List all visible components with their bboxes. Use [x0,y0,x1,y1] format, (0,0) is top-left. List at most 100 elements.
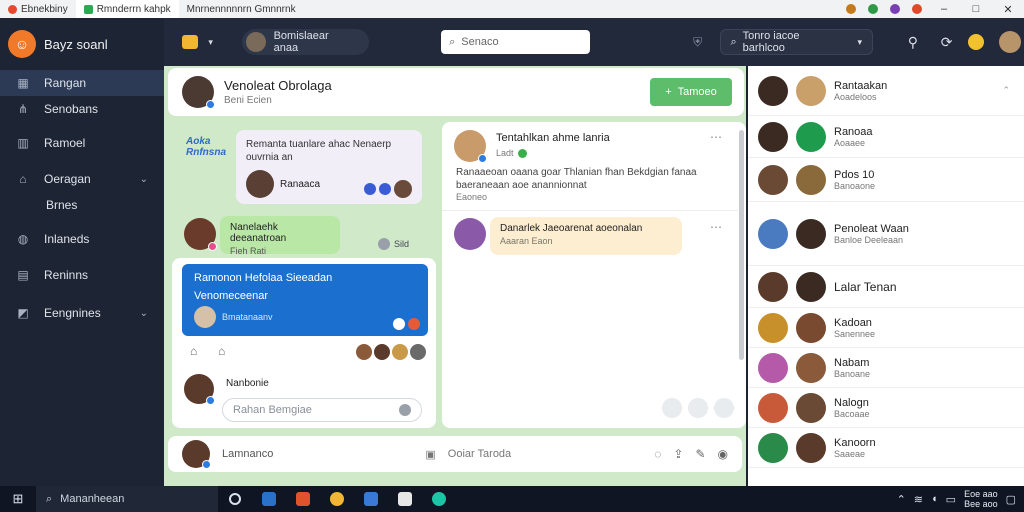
titlebar-tab-1[interactable]: Ebnekbiny [0,0,76,18]
share-icon[interactable]: ⇪ [673,447,683,461]
sidebar-item-4[interactable]: ⌂ Oeragan ⌄ [0,166,164,192]
titlebar-tab-2[interactable]: Rmnderrn kahpk [75,0,179,18]
coin-icon[interactable] [963,28,991,56]
network-icon: ⋔ [17,102,29,116]
notifications-icon[interactable]: ▢ [1006,493,1016,506]
task-view-icon[interactable] [218,486,252,512]
clock[interactable]: Eoe aao Bee aoo [964,489,998,509]
emoji-icon[interactable] [662,398,682,418]
list-item[interactable]: Lalar Tenan [748,266,1024,308]
filter-pill[interactable]: ⌕ Tonro iacoe barhlcoo ▾ [719,29,874,55]
titlebar-tab-3[interactable]: Mnrnennnnnrn Gmnnrnk [179,0,304,18]
taskbar-app[interactable] [422,486,456,512]
start-button[interactable]: ⊞ [0,486,36,512]
list-item[interactable]: Penoleat Waan Banloe Deeleaan [748,202,1024,266]
primary-button[interactable]: + Tamoeo [650,78,732,106]
extension-icon[interactable] [890,4,900,14]
avatar[interactable] [184,218,217,251]
battery-icon[interactable]: ▭ [946,493,956,506]
post-card[interactable]: Remanta tuanlare ahac Nenaerp ouvrnia an… [236,130,422,204]
reply-bubble[interactable]: Danarlek Jaeoarenat aoeonalan Aaaran Eao… [490,217,682,255]
chevron-down-icon[interactable]: ⌄ [140,308,148,319]
person-icon[interactable]: ⚲ [899,28,927,56]
chat-icon[interactable]: ◌ [654,447,661,461]
chevron-down-icon[interactable]: ⌄ [140,174,148,185]
volume-icon[interactable]: ◖ [931,493,938,505]
avatar [182,440,211,469]
chevron-down-icon[interactable]: ▾ [204,28,218,56]
avatar[interactable] [454,218,486,250]
chevron-up-icon[interactable]: ⌃ [897,493,906,506]
comment-input[interactable]: Rahan Bemgiae [222,398,422,422]
chevron-up-icon[interactable]: ⌃ [1002,85,1010,96]
reply-icon [378,238,390,250]
taskbar-app[interactable] [354,486,388,512]
sidebar-item-2[interactable]: ⋔ Senobans [0,96,164,122]
message-icon[interactable] [714,398,734,418]
minimize-button[interactable]: – [928,0,960,18]
contacts-panel: Rantaakan Aoadeloos ⌃ Ranoaa Aoaaee Pdos 1… [748,66,1024,486]
shield-icon[interactable] [688,398,708,418]
list-item[interactable]: Pdos 10 Banoaone [748,158,1024,202]
maximize-button[interactable]: □ [960,0,992,18]
list-item[interactable]: Nabam Banoane [748,348,1024,388]
top-bar: ▾ Bomislaear anaa ⌕ Senaco ⛨ ⌕ Tonro iac… [164,18,1024,66]
edit-icon[interactable]: ✎ [695,447,705,461]
avatar [796,75,826,106]
brand-logo-icon: ☺ [8,30,36,58]
more-menu-icon[interactable]: ⋯ [710,220,722,234]
reaction-icon[interactable] [364,183,376,195]
message-bubble[interactable]: Nanelaehk deeanatroan Fieh Rati [220,216,340,256]
taskbar-search[interactable]: ⌕ Mananheean [36,486,218,512]
taskbar-app[interactable] [286,486,320,512]
wifi-icon[interactable]: ≋ [914,493,923,506]
extension-icon[interactable] [868,4,878,14]
reaction-icon[interactable] [379,183,391,195]
shield-icon[interactable]: ⛨ [684,28,712,56]
more-menu-icon[interactable]: ⋯ [710,130,722,144]
taskbar-app[interactable] [320,486,354,512]
close-button[interactable]: ✕ [992,0,1024,18]
avatar[interactable] [996,28,1024,56]
list-item[interactable]: Rantaakan Aoadeloos ⌃ [748,66,1024,116]
user-pill[interactable]: Bomislaear anaa [241,29,370,55]
reaction-icon[interactable] [393,318,405,330]
settings-icon[interactable]: ◉ [718,447,728,461]
post-card[interactable]: Ramonon Hefolaa Sieeadan Venomeceenar Bm… [172,258,436,428]
reaction-icon[interactable] [408,318,420,330]
list-item[interactable]: Kadoan Sanennee [748,308,1024,348]
avatar [758,121,788,152]
sidebar-subitem[interactable]: Brnes [0,192,164,218]
notification-icon[interactable] [176,28,204,56]
sidebar-item-6[interactable]: ▤ Reninns [0,262,164,288]
scrollbar[interactable] [739,130,744,360]
reply-indicator[interactable]: Sild [378,238,409,250]
taskbar-app[interactable] [252,486,286,512]
tag-icon[interactable]: ⌂ [218,344,225,358]
sidebar-item-1[interactable]: ▦ Rangan [0,70,164,96]
image-icon[interactable]: ▣ [425,448,435,461]
avatar [392,344,408,360]
avatar[interactable] [454,130,487,163]
attach-icon[interactable]: ⌂ [190,344,197,358]
feed-label: Aoka Rnfnsna [186,136,226,158]
verified-icon [517,148,527,158]
sidebar-item-3[interactable]: ▥ Ramoel [0,130,164,156]
extension-icon[interactable] [912,4,922,14]
list-item[interactable]: Ranoaa Aoaaee [748,116,1024,158]
avatar[interactable] [182,76,215,109]
avatar [796,392,826,423]
refresh-icon[interactable]: ⟳ [933,28,961,56]
avatar [758,218,788,249]
extension-icon[interactable] [846,4,856,14]
layers-icon: ◩ [17,306,29,320]
taskbar-app[interactable] [388,486,422,512]
highlight-banner[interactable]: Ramonon Hefolaa Sieeadan Venomeceenar Bm… [182,264,428,336]
brand[interactable]: ☺ Bayz soanl [0,18,164,70]
sidebar-item-5[interactable]: ◍ Inlaneds [0,226,164,252]
search-input[interactable]: ⌕ Senaco [441,30,590,54]
list-item[interactable]: Kanoorn Saaeae [748,428,1024,468]
send-icon[interactable] [399,404,411,416]
sidebar-item-7[interactable]: ◩ Eengnines ⌄ [0,300,164,326]
list-item[interactable]: Nalogn Bacoaae [748,388,1024,428]
